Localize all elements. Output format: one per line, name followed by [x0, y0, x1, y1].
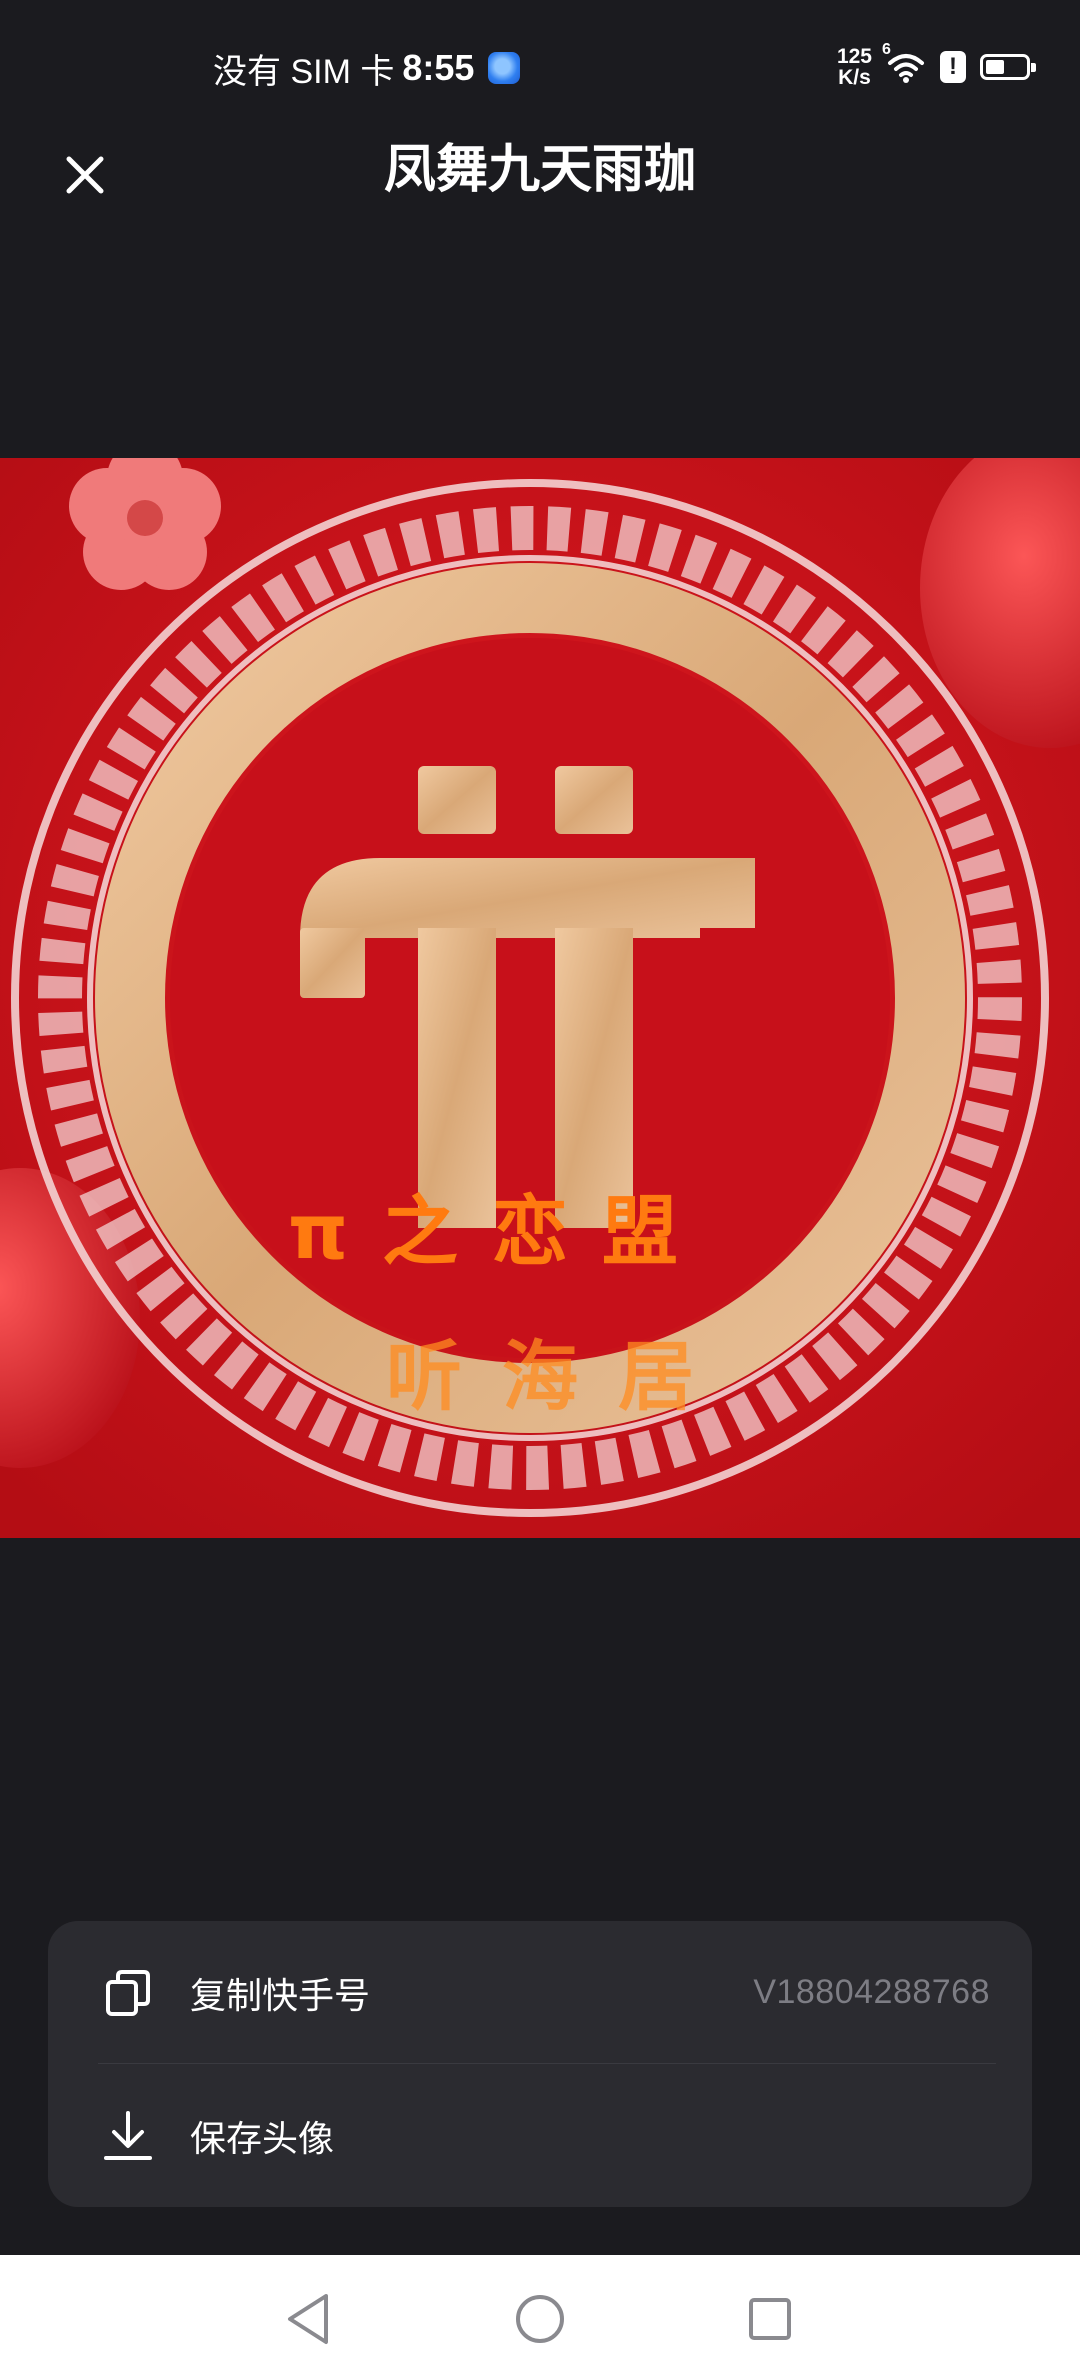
action-sheet: 复制快手号 V18804288768 保存头像	[48, 1921, 1032, 2207]
wifi-6-tag: 6	[882, 41, 891, 58]
carrier-text: 没有 SIM 卡	[213, 52, 395, 91]
avatar-artwork: π之恋盟 听海居	[0, 458, 1080, 1538]
wifi-icon: 6	[882, 41, 926, 85]
net-speed-unit: K/s	[838, 66, 871, 89]
avatar-image: π之恋盟 听海居	[0, 458, 1080, 1538]
copy-account-label: 复制快手号	[190, 1974, 371, 2016]
alert-mark: !	[949, 53, 957, 80]
recent-square-icon	[749, 2298, 791, 2340]
download-icon	[104, 2110, 152, 2160]
save-avatar-row[interactable]: 保存头像	[48, 2064, 1032, 2207]
back-triangle-icon	[288, 2294, 328, 2344]
page-title: 凤舞九天雨珈	[383, 141, 696, 199]
alert-icon: !	[940, 51, 966, 83]
battery-level	[986, 60, 1004, 74]
home-button[interactable]	[500, 2279, 580, 2359]
app-notification-icon	[488, 52, 521, 84]
home-circle-icon	[516, 2295, 564, 2343]
status-right: 125 K/s 6 !	[837, 41, 1036, 92]
clock: 8:55	[402, 47, 475, 88]
back-button[interactable]	[268, 2279, 348, 2359]
copy-icon	[104, 1969, 152, 2017]
network-speed: 125 K/s	[837, 46, 872, 88]
recent-apps-button[interactable]	[730, 2279, 810, 2359]
flower-decoration	[69, 458, 221, 590]
system-nav-bar	[0, 2255, 1080, 2376]
copy-account-row[interactable]: 复制快手号 V18804288768	[48, 1921, 1032, 2064]
logo-text-line2: 听海居	[386, 1332, 734, 1421]
account-id-value: V18804288768	[753, 1973, 990, 2011]
header: 凤舞九天雨珈	[0, 130, 1080, 250]
net-speed-value: 125	[836, 45, 872, 68]
logo-text-line1: π之恋盟	[288, 1187, 712, 1276]
battery-icon	[980, 54, 1036, 80]
status-bar: 没有 SIM 卡 8:55 125 K/s 6 !	[0, 0, 1080, 130]
save-avatar-label: 保存头像	[190, 2117, 335, 2159]
status-left: 没有 SIM 卡 8:55	[213, 46, 521, 91]
